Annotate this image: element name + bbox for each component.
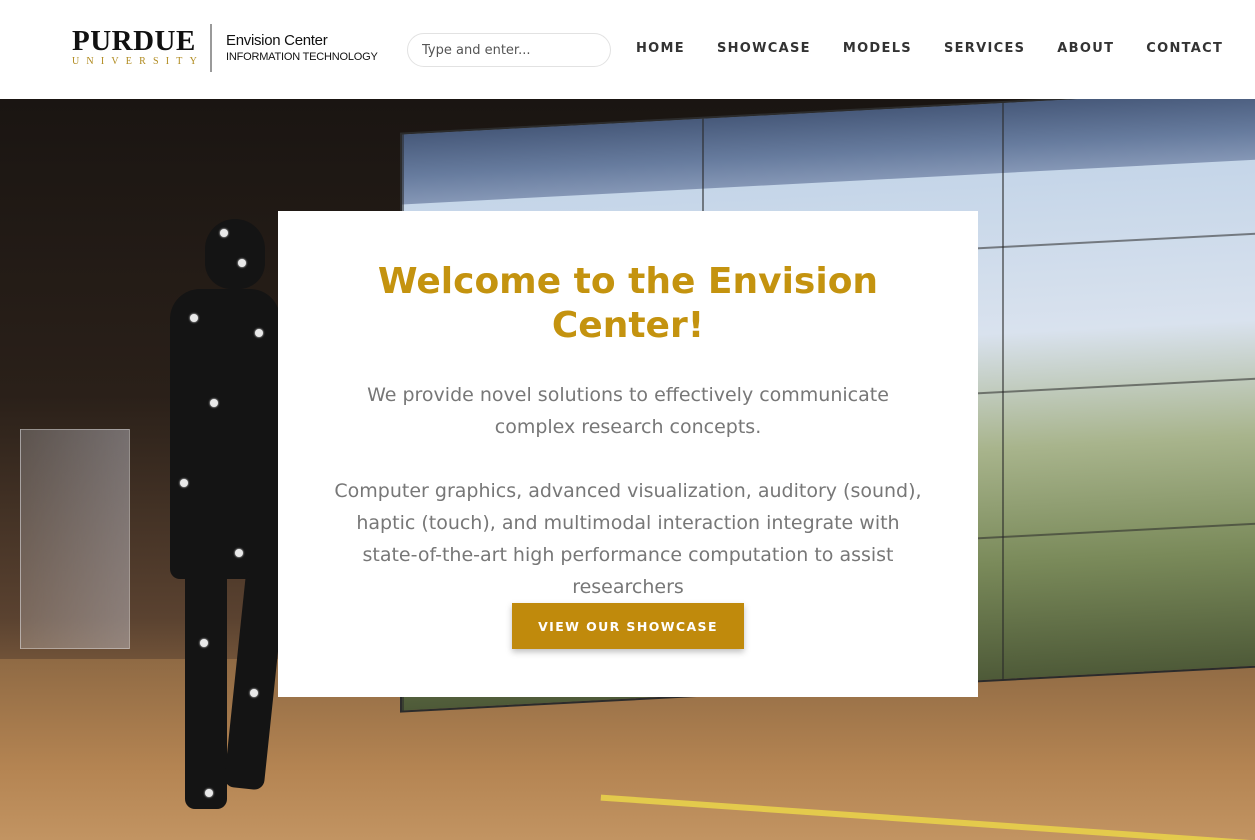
mocap-marker xyxy=(200,639,208,647)
welcome-lead: We provide novel solutions to effectivel… xyxy=(367,384,889,438)
performer-leg-left xyxy=(185,569,227,809)
nav-about[interactable]: ABOUT xyxy=(1057,41,1114,57)
nav-services[interactable]: SERVICES xyxy=(944,41,1025,57)
purdue-wordmark-text: PURDUE xyxy=(72,25,196,57)
mocap-marker xyxy=(238,259,246,267)
mocap-marker xyxy=(235,549,243,557)
mocap-marker xyxy=(210,399,218,407)
glass-podium xyxy=(20,429,130,649)
mocap-marker xyxy=(250,689,258,697)
nav-home[interactable]: HOME xyxy=(636,41,685,57)
performer-head xyxy=(205,219,265,289)
mocap-marker xyxy=(180,479,188,487)
nav-contact[interactable]: CONTACT xyxy=(1146,41,1223,57)
motion-capture-performer xyxy=(150,219,290,819)
welcome-description: Computer graphics, advanced visualizatio… xyxy=(334,480,922,598)
site-header: PURDUE UNIVERSITY Envision Center INFORM… xyxy=(0,0,1255,99)
mocap-marker xyxy=(205,789,213,797)
main-nav: HOME SHOWCASE MODELS SERVICES ABOUT CONT… xyxy=(636,41,1223,57)
envision-wordmark: Envision Center INFORMATION TECHNOLOGY xyxy=(226,32,378,64)
mocap-marker xyxy=(255,329,263,337)
purdue-university-text: UNIVERSITY xyxy=(72,56,204,67)
envision-center-text: Envision Center xyxy=(226,32,328,49)
nav-showcase[interactable]: SHOWCASE xyxy=(717,41,811,57)
logo-divider xyxy=(210,24,212,72)
welcome-title: Welcome to the Envision Center! xyxy=(377,261,879,346)
purdue-wordmark: PURDUE UNIVERSITY xyxy=(72,25,198,68)
welcome-card: Welcome to the Envision Center! We provi… xyxy=(278,211,978,697)
mocap-marker xyxy=(190,314,198,322)
performer-leg-right xyxy=(223,567,287,791)
nav-models[interactable]: MODELS xyxy=(843,41,912,57)
search-input[interactable] xyxy=(407,33,611,67)
purdue-envision-logo[interactable]: PURDUE UNIVERSITY Envision Center INFORM… xyxy=(72,24,378,72)
mocap-marker xyxy=(220,229,228,237)
information-technology-text: INFORMATION TECHNOLOGY xyxy=(226,51,378,63)
view-showcase-button[interactable]: VIEW OUR SHOWCASE xyxy=(512,603,744,649)
performer-body xyxy=(170,289,280,579)
